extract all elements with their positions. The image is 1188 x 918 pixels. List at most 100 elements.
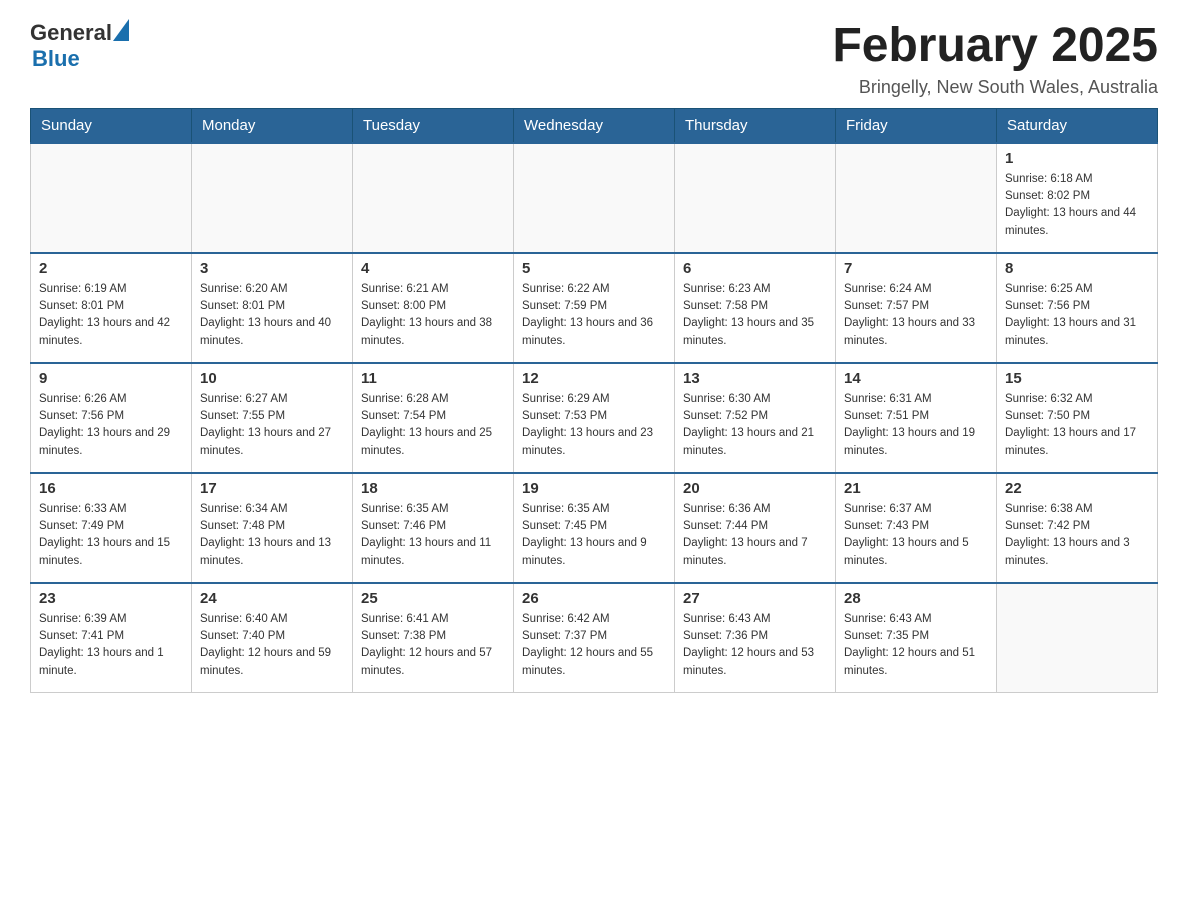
calendar-week-row: 2 Sunrise: 6:19 AM Sunset: 8:01 PM Daylig…: [31, 253, 1158, 363]
day-info: Sunrise: 6:21 AM Sunset: 8:00 PM Dayligh…: [361, 281, 505, 350]
calendar-day-cell: [192, 143, 353, 253]
day-info: Sunrise: 6:23 AM Sunset: 7:58 PM Dayligh…: [683, 281, 827, 350]
logo-text-general: General: [30, 20, 112, 46]
calendar-day-cell: 28 Sunrise: 6:43 AM Sunset: 7:35 PM Dayli…: [836, 583, 997, 693]
calendar-day-cell: [514, 143, 675, 253]
day-info: Sunrise: 6:27 AM Sunset: 7:55 PM Dayligh…: [200, 391, 344, 460]
calendar-day-cell: 25 Sunrise: 6:41 AM Sunset: 7:38 PM Dayli…: [353, 583, 514, 693]
day-info: Sunrise: 6:30 AM Sunset: 7:52 PM Dayligh…: [683, 391, 827, 460]
day-number: 26: [522, 590, 666, 607]
calendar-day-cell: [997, 583, 1158, 693]
day-number: 6: [683, 260, 827, 277]
day-info: Sunrise: 6:28 AM Sunset: 7:54 PM Dayligh…: [361, 391, 505, 460]
location-title: Bringelly, New South Wales, Australia: [832, 77, 1158, 98]
day-info: Sunrise: 6:34 AM Sunset: 7:48 PM Dayligh…: [200, 501, 344, 570]
day-number: 12: [522, 370, 666, 387]
day-info: Sunrise: 6:31 AM Sunset: 7:51 PM Dayligh…: [844, 391, 988, 460]
calendar-day-cell: 16Sunrise: 6:33 AM Sunset: 7:49 PM Dayli…: [31, 473, 192, 583]
day-info: Sunrise: 6:24 AM Sunset: 7:57 PM Dayligh…: [844, 281, 988, 350]
calendar-day-cell: 8Sunrise: 6:25 AM Sunset: 7:56 PM Daylig…: [997, 253, 1158, 363]
day-number: 13: [683, 370, 827, 387]
calendar-day-cell: 18 Sunrise: 6:35 AM Sunset: 7:46 PM Dayli…: [353, 473, 514, 583]
day-number: 23: [39, 590, 183, 607]
calendar-day-cell: 1 Sunrise: 6:18 AM Sunset: 8:02 PM Daylig…: [997, 143, 1158, 253]
day-number: 18: [361, 480, 505, 497]
day-info: Sunrise: 6:43 AM Sunset: 7:36 PM Dayligh…: [683, 611, 827, 680]
calendar-header-friday: Friday: [836, 108, 997, 143]
calendar-header-sunday: Sunday: [31, 108, 192, 143]
day-info: Sunrise: 6:40 AM Sunset: 7:40 PM Dayligh…: [200, 611, 344, 680]
day-info: Sunrise: 6:38 AM Sunset: 7:42 PM Dayligh…: [1005, 501, 1149, 570]
calendar-day-cell: 6 Sunrise: 6:23 AM Sunset: 7:58 PM Daylig…: [675, 253, 836, 363]
day-info: Sunrise: 6:37 AM Sunset: 7:43 PM Dayligh…: [844, 501, 988, 570]
day-info: Sunrise: 6:36 AM Sunset: 7:44 PM Dayligh…: [683, 501, 827, 570]
month-title: February 2025: [832, 20, 1158, 73]
calendar-week-row: 1 Sunrise: 6:18 AM Sunset: 8:02 PM Daylig…: [31, 143, 1158, 253]
calendar-day-cell: 2 Sunrise: 6:19 AM Sunset: 8:01 PM Daylig…: [31, 253, 192, 363]
calendar-day-cell: 27Sunrise: 6:43 AM Sunset: 7:36 PM Dayli…: [675, 583, 836, 693]
day-number: 5: [522, 260, 666, 277]
calendar-day-cell: 4 Sunrise: 6:21 AM Sunset: 8:00 PM Daylig…: [353, 253, 514, 363]
day-number: 3: [200, 260, 344, 277]
day-info: Sunrise: 6:35 AM Sunset: 7:46 PM Dayligh…: [361, 501, 505, 570]
calendar-day-cell: 23Sunrise: 6:39 AM Sunset: 7:41 PM Dayli…: [31, 583, 192, 693]
calendar-day-cell: 7 Sunrise: 6:24 AM Sunset: 7:57 PM Daylig…: [836, 253, 997, 363]
day-number: 19: [522, 480, 666, 497]
calendar-table: SundayMondayTuesdayWednesdayThursdayFrid…: [30, 108, 1158, 694]
day-number: 25: [361, 590, 505, 607]
day-number: 21: [844, 480, 988, 497]
day-number: 4: [361, 260, 505, 277]
calendar-day-cell: [353, 143, 514, 253]
calendar-day-cell: 3Sunrise: 6:20 AM Sunset: 8:01 PM Daylig…: [192, 253, 353, 363]
calendar-day-cell: 19 Sunrise: 6:35 AM Sunset: 7:45 PM Dayli…: [514, 473, 675, 583]
calendar-day-cell: [836, 143, 997, 253]
day-number: 7: [844, 260, 988, 277]
calendar-day-cell: 11 Sunrise: 6:28 AM Sunset: 7:54 PM Dayli…: [353, 363, 514, 473]
calendar-day-cell: 12 Sunrise: 6:29 AM Sunset: 7:53 PM Dayli…: [514, 363, 675, 473]
logo-text-blue: Blue: [32, 46, 80, 72]
day-number: 10: [200, 370, 344, 387]
day-info: Sunrise: 6:32 AM Sunset: 7:50 PM Dayligh…: [1005, 391, 1149, 460]
calendar-day-cell: 26Sunrise: 6:42 AM Sunset: 7:37 PM Dayli…: [514, 583, 675, 693]
day-number: 24: [200, 590, 344, 607]
calendar-day-cell: 21 Sunrise: 6:37 AM Sunset: 7:43 PM Dayli…: [836, 473, 997, 583]
day-number: 28: [844, 590, 988, 607]
calendar-day-cell: 22 Sunrise: 6:38 AM Sunset: 7:42 PM Dayli…: [997, 473, 1158, 583]
day-number: 14: [844, 370, 988, 387]
calendar-week-row: 23Sunrise: 6:39 AM Sunset: 7:41 PM Dayli…: [31, 583, 1158, 693]
calendar-header-saturday: Saturday: [997, 108, 1158, 143]
page-header: General Blue February 2025 Bringelly, Ne…: [30, 20, 1158, 98]
day-number: 2: [39, 260, 183, 277]
day-info: Sunrise: 6:26 AM Sunset: 7:56 PM Dayligh…: [39, 391, 183, 460]
calendar-day-cell: [675, 143, 836, 253]
calendar-day-cell: 15Sunrise: 6:32 AM Sunset: 7:50 PM Dayli…: [997, 363, 1158, 473]
day-info: Sunrise: 6:41 AM Sunset: 7:38 PM Dayligh…: [361, 611, 505, 680]
day-number: 11: [361, 370, 505, 387]
calendar-day-cell: 14 Sunrise: 6:31 AM Sunset: 7:51 PM Dayli…: [836, 363, 997, 473]
day-number: 22: [1005, 480, 1149, 497]
logo: General Blue: [30, 20, 129, 72]
day-number: 1: [1005, 150, 1149, 167]
calendar-header-row: SundayMondayTuesdayWednesdayThursdayFrid…: [31, 108, 1158, 143]
calendar-day-cell: [31, 143, 192, 253]
day-number: 17: [200, 480, 344, 497]
calendar-day-cell: 17 Sunrise: 6:34 AM Sunset: 7:48 PM Dayli…: [192, 473, 353, 583]
calendar-day-cell: 10 Sunrise: 6:27 AM Sunset: 7:55 PM Dayli…: [192, 363, 353, 473]
day-info: Sunrise: 6:22 AM Sunset: 7:59 PM Dayligh…: [522, 281, 666, 350]
day-info: Sunrise: 6:18 AM Sunset: 8:02 PM Dayligh…: [1005, 171, 1149, 240]
calendar-week-row: 16Sunrise: 6:33 AM Sunset: 7:49 PM Dayli…: [31, 473, 1158, 583]
day-number: 16: [39, 480, 183, 497]
day-number: 9: [39, 370, 183, 387]
day-number: 8: [1005, 260, 1149, 277]
calendar-header-monday: Monday: [192, 108, 353, 143]
calendar-day-cell: 9 Sunrise: 6:26 AM Sunset: 7:56 PM Daylig…: [31, 363, 192, 473]
day-info: Sunrise: 6:19 AM Sunset: 8:01 PM Dayligh…: [39, 281, 183, 350]
calendar-header-tuesday: Tuesday: [353, 108, 514, 143]
day-info: Sunrise: 6:43 AM Sunset: 7:35 PM Dayligh…: [844, 611, 988, 680]
title-block: February 2025 Bringelly, New South Wales…: [832, 20, 1158, 98]
day-info: Sunrise: 6:35 AM Sunset: 7:45 PM Dayligh…: [522, 501, 666, 570]
calendar-day-cell: 20Sunrise: 6:36 AM Sunset: 7:44 PM Dayli…: [675, 473, 836, 583]
calendar-day-cell: 13 Sunrise: 6:30 AM Sunset: 7:52 PM Dayli…: [675, 363, 836, 473]
day-info: Sunrise: 6:29 AM Sunset: 7:53 PM Dayligh…: [522, 391, 666, 460]
calendar-week-row: 9 Sunrise: 6:26 AM Sunset: 7:56 PM Daylig…: [31, 363, 1158, 473]
